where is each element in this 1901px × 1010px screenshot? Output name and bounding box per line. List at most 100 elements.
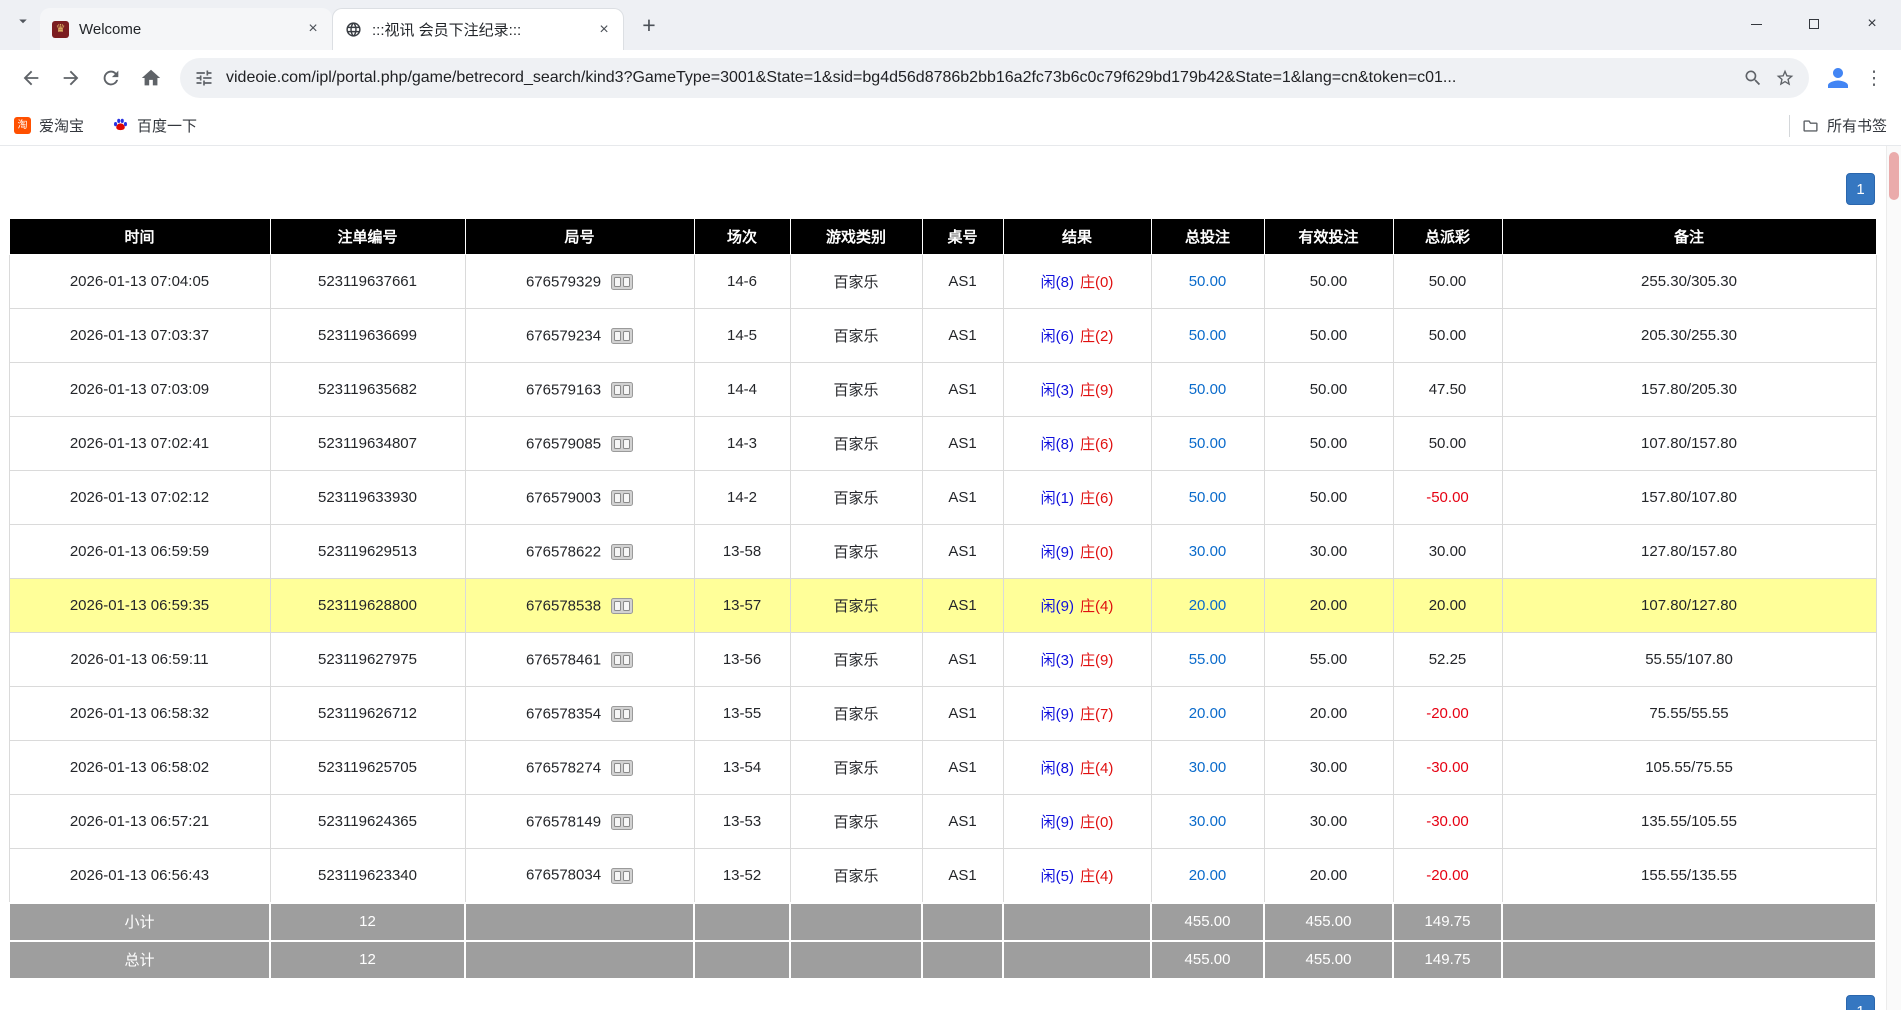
cell-game-type: 百家乐	[790, 633, 922, 687]
cell-valid-bet: 20.00	[1264, 687, 1393, 741]
video-replay-icon[interactable]	[611, 868, 633, 884]
refresh-button[interactable]	[92, 59, 130, 97]
scrollbar-thumb[interactable]	[1889, 152, 1899, 200]
video-replay-icon[interactable]	[611, 490, 633, 506]
cell-valid-bet: 30.00	[1264, 525, 1393, 579]
cell-total-bet: 20.00	[1151, 579, 1264, 633]
cell-session: 13-55	[694, 687, 790, 741]
globe-favicon-icon	[345, 21, 362, 38]
cell-bet-id: 523119633930	[270, 471, 465, 525]
total-bet-link[interactable]: 20.00	[1189, 705, 1227, 722]
forward-button[interactable]	[52, 59, 90, 97]
total-bet-link[interactable]: 30.00	[1189, 759, 1227, 776]
total-bet-link[interactable]: 55.00	[1189, 651, 1227, 668]
col-header-valid-bet: 有效投注	[1264, 219, 1393, 255]
video-replay-icon[interactable]	[611, 436, 633, 452]
bookmarks-right: 所有书签	[1789, 115, 1887, 137]
result-player: 闲(8)	[1041, 436, 1074, 453]
result-player: 闲(8)	[1041, 760, 1074, 777]
total-count: 12	[270, 941, 465, 979]
cell-result: 闲(9)庄(7)	[1003, 687, 1151, 741]
total-bet-link[interactable]: 50.00	[1189, 327, 1227, 344]
total-bet-link[interactable]: 50.00	[1189, 489, 1227, 506]
bookmark-star-icon[interactable]	[1775, 68, 1795, 88]
total-bet-link[interactable]: 30.00	[1189, 813, 1227, 830]
round-number: 676579085	[526, 435, 601, 452]
total-bet-link[interactable]: 30.00	[1189, 543, 1227, 560]
cell-game-type: 百家乐	[790, 579, 922, 633]
empty-cell	[1502, 903, 1876, 941]
tab-close-icon[interactable]: ×	[302, 18, 324, 40]
video-replay-icon[interactable]	[611, 706, 633, 722]
cell-table-no: AS1	[922, 849, 1003, 903]
pagination-page-1-bottom[interactable]: 1	[1846, 995, 1875, 1010]
result-banker: 庄(4)	[1080, 598, 1113, 615]
tab-welcome[interactable]: ♛ Welcome ×	[40, 8, 332, 50]
table-row: 2026-01-13 07:03:37 523119636699 6765792…	[9, 309, 1876, 363]
cell-time: 2026-01-13 07:03:37	[9, 309, 270, 363]
result-banker: 庄(6)	[1080, 490, 1113, 507]
browser-menu-button[interactable]: ⋮	[1859, 59, 1889, 97]
maximize-button[interactable]	[1785, 0, 1843, 48]
cell-result: 闲(3)庄(9)	[1003, 633, 1151, 687]
cell-payout: -30.00	[1393, 741, 1502, 795]
total-bet-link[interactable]: 50.00	[1189, 435, 1227, 452]
table-row: 2026-01-13 06:59:59 523119629513 6765786…	[9, 525, 1876, 579]
cell-time: 2026-01-13 06:59:35	[9, 579, 270, 633]
empty-cell	[1003, 903, 1151, 941]
cell-remark: 135.55/105.55	[1502, 795, 1876, 849]
total-bet-link[interactable]: 20.00	[1189, 597, 1227, 614]
video-replay-icon[interactable]	[611, 760, 633, 776]
taobao-favicon-icon: 淘	[14, 117, 31, 134]
bookmarks-bar: 淘 爱淘宝 百度一下 所有书签	[0, 106, 1901, 146]
minimize-button[interactable]	[1727, 0, 1785, 48]
zoom-icon[interactable]	[1743, 68, 1763, 88]
cell-time: 2026-01-13 06:58:32	[9, 687, 270, 741]
table-row: 2026-01-13 07:03:09 523119635682 6765791…	[9, 363, 1876, 417]
total-bet-link[interactable]: 20.00	[1189, 867, 1227, 884]
cell-total-bet: 55.00	[1151, 633, 1264, 687]
video-replay-icon[interactable]	[611, 544, 633, 560]
cell-round: 676578538	[465, 579, 694, 633]
page-scrollbar[interactable]	[1886, 146, 1901, 1010]
cell-bet-id: 523119624365	[270, 795, 465, 849]
tab-search-button[interactable]	[8, 6, 38, 36]
total-bet-link[interactable]: 50.00	[1189, 273, 1227, 290]
profile-button[interactable]	[1819, 59, 1857, 97]
home-button[interactable]	[132, 59, 170, 97]
video-replay-icon[interactable]	[611, 598, 633, 614]
cell-payout: -20.00	[1393, 849, 1502, 903]
close-button[interactable]: ×	[1843, 0, 1901, 48]
video-replay-icon[interactable]	[611, 382, 633, 398]
subtotal-label: 小计	[9, 903, 270, 941]
cell-time: 2026-01-13 06:59:59	[9, 525, 270, 579]
video-replay-icon[interactable]	[611, 328, 633, 344]
total-payout: 149.75	[1393, 941, 1502, 979]
tab-bet-record[interactable]: :::视讯 会员下注纪录::: ×	[332, 8, 624, 50]
back-button[interactable]	[12, 59, 50, 97]
table-summary: 小计 12 455.00 455.00 149.75 总计 12	[9, 903, 1876, 979]
cell-bet-id: 523119629513	[270, 525, 465, 579]
cell-time: 2026-01-13 07:04:05	[9, 255, 270, 309]
new-tab-button[interactable]: +	[632, 8, 666, 42]
cell-valid-bet: 50.00	[1264, 417, 1393, 471]
pagination-page-1-top[interactable]: 1	[1846, 173, 1875, 205]
cell-result: 闲(9)庄(4)	[1003, 579, 1151, 633]
address-bar[interactable]: videoie.com/ipl/portal.php/game/betrecor…	[180, 58, 1809, 98]
table-row: 2026-01-13 07:04:05 523119637661 6765793…	[9, 255, 1876, 309]
video-replay-icon[interactable]	[611, 652, 633, 668]
site-settings-icon[interactable]	[194, 68, 214, 88]
tab-title: :::视讯 会员下注纪录:::	[372, 19, 593, 40]
home-icon	[140, 67, 162, 89]
total-bet-link[interactable]: 50.00	[1189, 381, 1227, 398]
cell-result: 闲(8)庄(4)	[1003, 741, 1151, 795]
bookmark-taobao[interactable]: 淘 爱淘宝	[14, 115, 84, 136]
bookmark-baidu[interactable]: 百度一下	[112, 115, 197, 136]
video-replay-icon[interactable]	[611, 274, 633, 290]
result-banker: 庄(4)	[1080, 868, 1113, 885]
video-replay-icon[interactable]	[611, 814, 633, 830]
cell-remark: 255.30/305.30	[1502, 255, 1876, 309]
all-bookmarks-button[interactable]: 所有书签	[1802, 115, 1887, 136]
cell-remark: 205.30/255.30	[1502, 309, 1876, 363]
tab-close-icon[interactable]: ×	[593, 19, 615, 41]
